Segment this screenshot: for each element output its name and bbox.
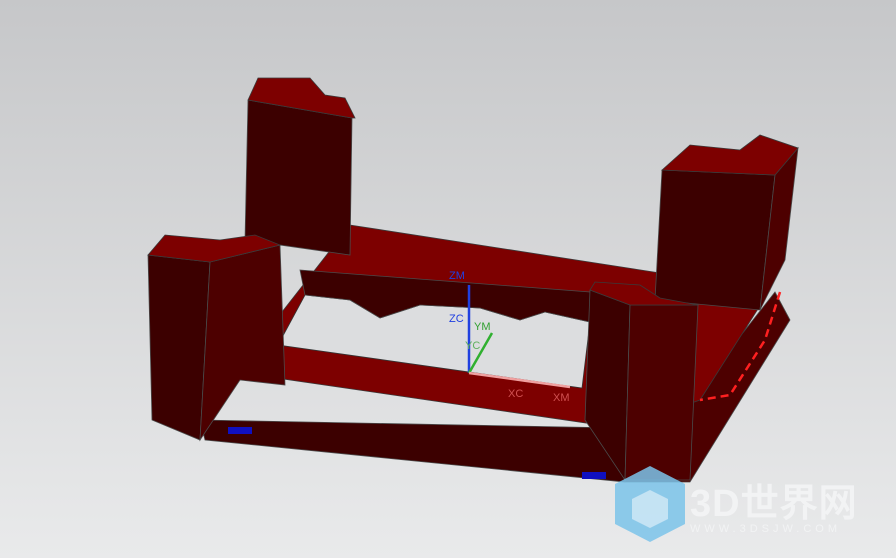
axis-label-xm: XM: [553, 392, 570, 404]
part-model[interactable]: [147, 77, 799, 483]
axis-label-ym: YM: [474, 321, 491, 333]
axis-label-zc: ZC: [449, 313, 464, 325]
watermark-url: WWW.3DSJW.COM: [690, 523, 841, 535]
watermark: 3D世界网 WWW.3DSJW.COM: [690, 472, 858, 535]
pillar-back-right-top: [661, 134, 799, 176]
blue-face-marker: [582, 472, 606, 479]
axis-label-xc: XC: [508, 388, 523, 400]
pillar-front-left-front: [147, 254, 211, 441]
pillar-front-left-side: [199, 244, 286, 442]
pillar-front-right-side: [624, 304, 699, 481]
watermark-title: 3D世界网: [690, 483, 858, 525]
base-front-face: [199, 419, 626, 483]
axis-label-yc: YC: [465, 340, 480, 352]
blue-face-marker: [228, 427, 252, 434]
pillar-back-left-front: [244, 99, 353, 256]
axis-label-zm: ZM: [449, 270, 465, 282]
pillar-back-right-front: [654, 169, 776, 311]
